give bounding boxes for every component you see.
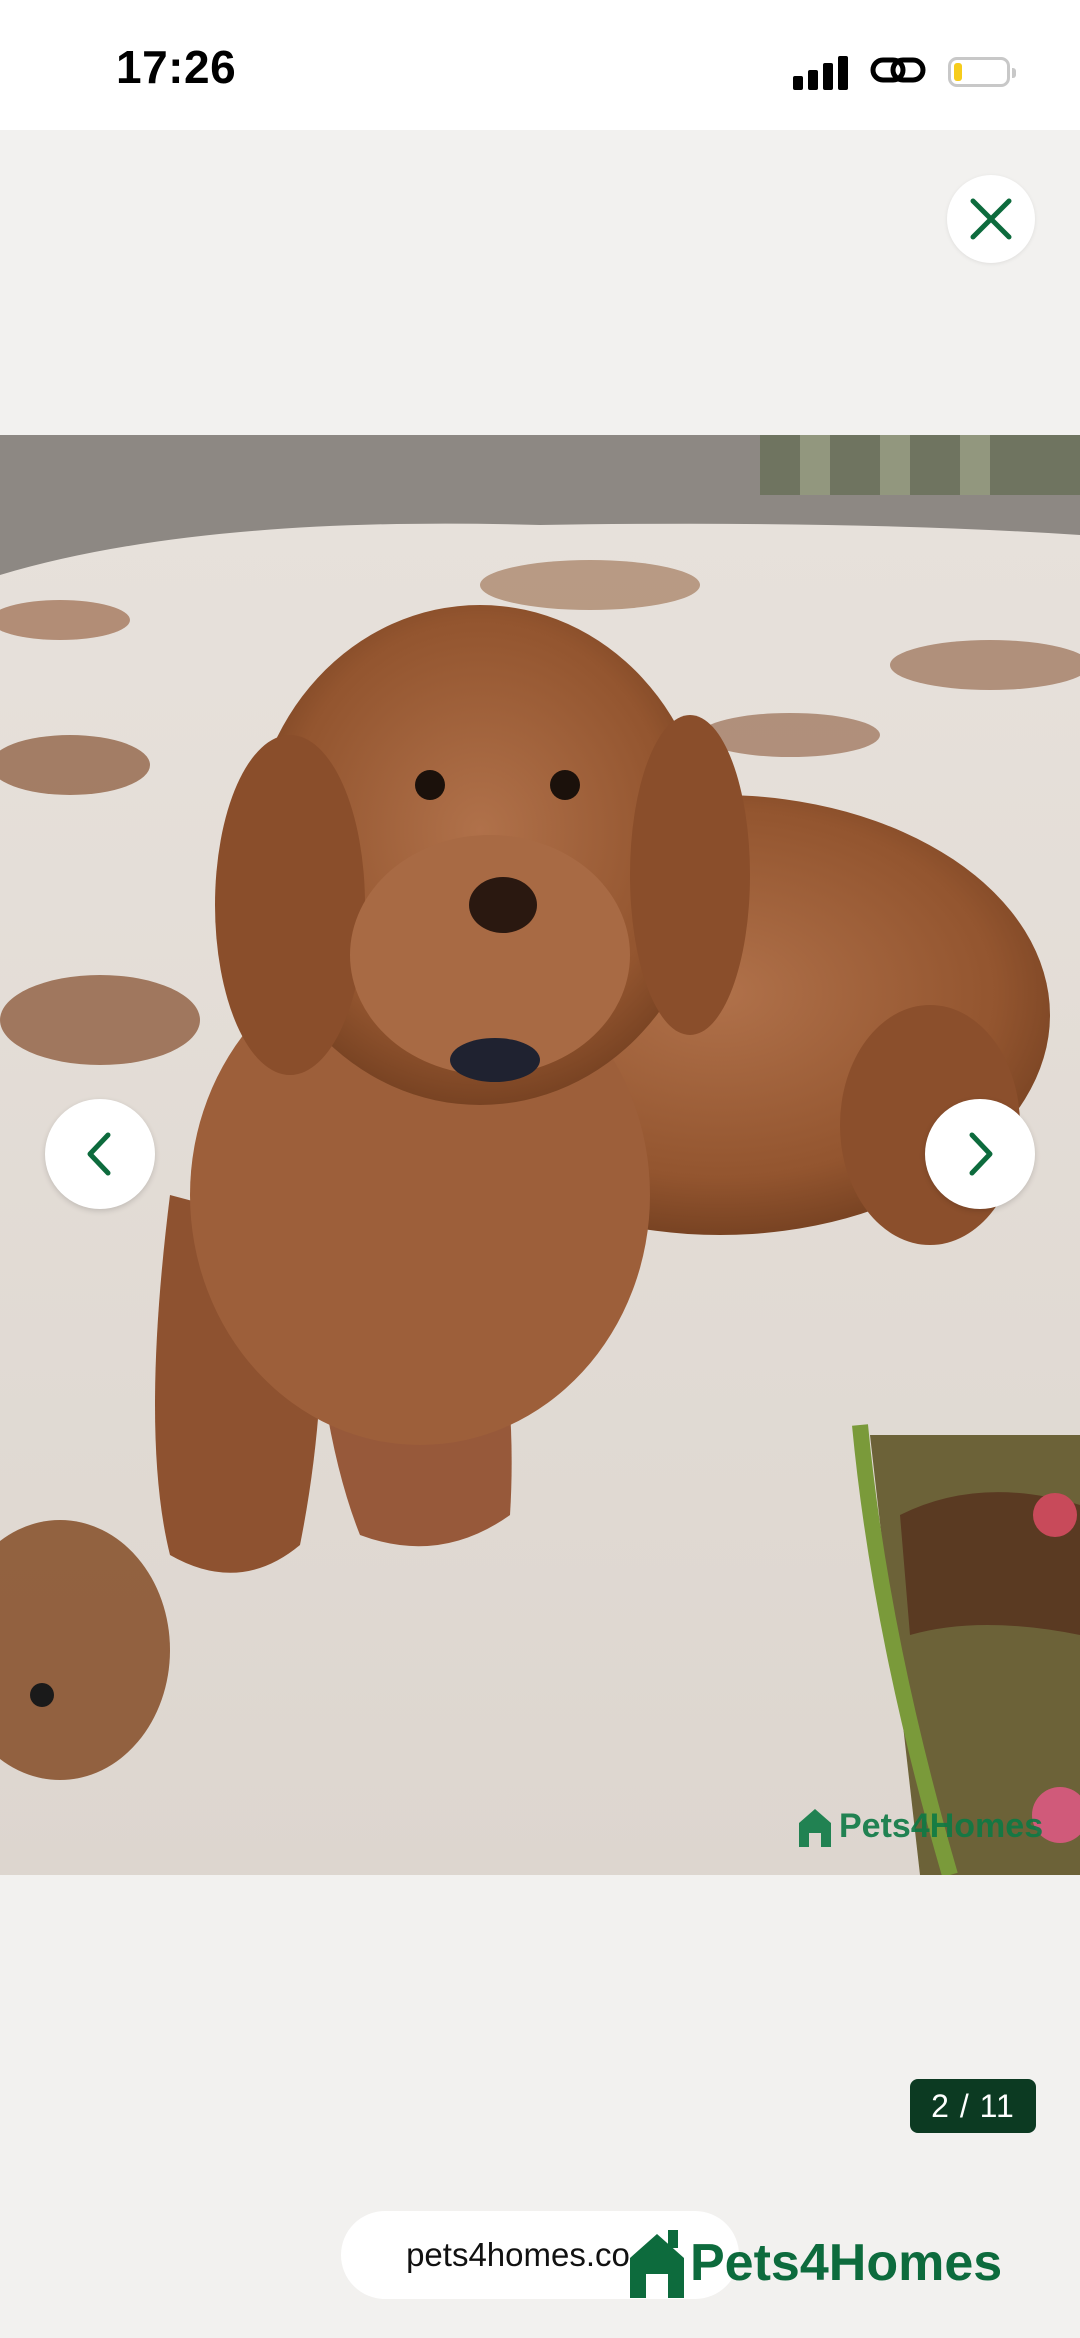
status-time: 17:26	[116, 41, 237, 93]
next-image-button[interactable]	[925, 1099, 1035, 1209]
close-button[interactable]	[947, 175, 1035, 263]
cellular-signal-icon	[793, 54, 848, 90]
gallery-photo[interactable]	[0, 435, 1080, 1875]
pets4homes-house-icon	[799, 1809, 831, 1847]
status-icons	[793, 48, 1016, 96]
status-bar: 17:26	[0, 0, 1080, 130]
close-icon	[970, 198, 1012, 240]
photo-watermark: Pets4Homes	[797, 1805, 1043, 1847]
link-icon	[870, 52, 926, 93]
brand-name: Pets4Homes	[690, 2234, 1003, 2292]
battery-level	[954, 63, 962, 81]
previous-image-button[interactable]	[45, 1099, 155, 1209]
photo-watermark-text: Pets4Homes	[839, 1806, 1044, 1845]
brand-logo: Pets4Homes	[628, 2228, 1002, 2298]
image-counter-badge: 2 / 11	[910, 2079, 1036, 2133]
battery-icon	[948, 57, 1016, 87]
dog-photo-image	[0, 435, 1080, 1875]
pets4homes-house-icon	[630, 2230, 684, 2298]
chevron-right-icon	[969, 1132, 993, 1176]
chevron-left-icon	[87, 1132, 111, 1176]
